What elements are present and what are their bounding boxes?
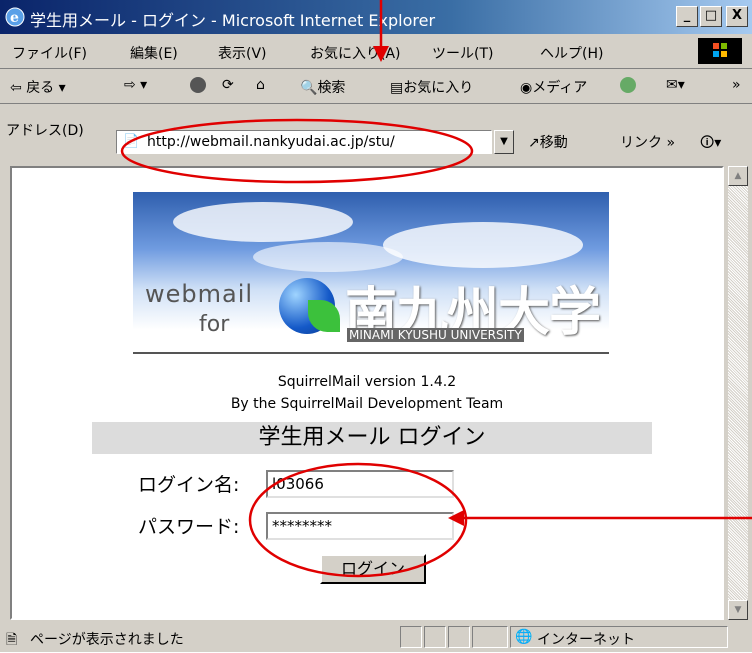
standard-toolbar: ⇦ 戻る ▾ ⇨ ▾ ⟳ ⌂ 🔍検索 ▤お気に入り ◉メディア ✉▾ » xyxy=(0,69,752,104)
favorites-button[interactable]: ▤お気に入り xyxy=(390,77,473,97)
menu-favorites[interactable]: お気に入り(A) xyxy=(310,43,401,63)
status-message: ページが表示されました xyxy=(30,632,184,648)
password-input[interactable]: ******** xyxy=(266,512,454,540)
stop-button[interactable] xyxy=(190,77,209,94)
page-done-icon: 🗎 xyxy=(6,632,18,648)
university-name-en: MINAMI KYUSHU UNIVERSITY xyxy=(347,328,524,342)
login-name-label: ログイン名: xyxy=(138,474,240,496)
ie-icon: e xyxy=(5,7,25,27)
address-input[interactable]: 📄 http://webmail.nankyudai.ac.jp/stu/ xyxy=(116,130,492,154)
internet-zone-icon: 🌐 xyxy=(515,629,533,645)
favorites-icon: ▤ xyxy=(390,80,404,96)
banner-webmail-text: webmail xyxy=(145,280,254,308)
login-name-input[interactable]: l03066 xyxy=(266,470,454,498)
password-label: パスワード: xyxy=(138,516,240,538)
status-cell xyxy=(400,626,422,648)
version-text: SquirrelMail version 1.4.2 xyxy=(277,374,457,390)
history-icon xyxy=(620,77,636,93)
go-button[interactable]: ↗移動 xyxy=(528,132,568,152)
vertical-scrollbar[interactable]: ▲ ▼ xyxy=(728,166,748,620)
home-icon: ⌂ xyxy=(256,77,265,93)
title-bar: e 学生用メール - ログイン - Microsoft Internet Exp… xyxy=(0,0,752,34)
chevron-down-icon: ▼ xyxy=(500,136,508,147)
home-button[interactable]: ⌂ xyxy=(256,77,265,93)
stop-icon xyxy=(190,77,206,93)
status-bar: 🗎 ページが表示されました 🌐 インターネット xyxy=(0,624,752,652)
team-text: By the SquirrelMail Development Team xyxy=(230,396,504,412)
zone-cell: 🌐 インターネット xyxy=(510,626,728,648)
windows-flag-icon xyxy=(698,38,742,64)
address-label: アドレス(D) xyxy=(6,123,84,139)
status-cell xyxy=(472,626,508,648)
mail-button[interactable]: ✉▾ xyxy=(666,77,685,93)
media-button[interactable]: ◉メディア xyxy=(520,77,587,97)
address-bar: アドレス(D) 📄 http://webmail.nankyudai.ac.jp… xyxy=(0,104,752,160)
close-button[interactable]: X xyxy=(726,6,748,27)
login-heading: 学生用メール ログイン xyxy=(258,425,486,450)
webmail-banner: webmail for 南九州大学 MINAMI KYUSHU UNIVERSI… xyxy=(133,192,609,354)
maximize-button[interactable]: □ xyxy=(700,6,722,27)
page-viewport: webmail for 南九州大学 MINAMI KYUSHU UNIVERSI… xyxy=(10,166,724,620)
toolbar-more-button[interactable]: » xyxy=(732,77,741,93)
svg-text:e: e xyxy=(10,10,19,26)
menu-file[interactable]: ファイル(F) xyxy=(12,43,87,63)
login-heading-bar: 学生用メール ログイン xyxy=(92,422,652,454)
window-title: 学生用メール - ログイン - Microsoft Internet Explo… xyxy=(30,11,436,30)
menu-view[interactable]: 表示(V) xyxy=(218,43,267,63)
status-cell xyxy=(448,626,470,648)
refresh-icon: ⟳ xyxy=(222,77,234,93)
address-url: http://webmail.nankyudai.ac.jp/stu/ xyxy=(147,134,395,150)
status-cell xyxy=(424,626,446,648)
toolbar-extra-icon[interactable]: 🛈▾ xyxy=(700,132,721,156)
scroll-down-button[interactable]: ▼ xyxy=(728,600,748,620)
back-arrow-icon: ⇦ xyxy=(10,80,22,96)
menu-edit[interactable]: 編集(E) xyxy=(130,43,178,63)
go-arrow-icon: ↗ xyxy=(528,135,540,151)
mail-icon: ✉▾ xyxy=(666,77,685,93)
browser-window: e 学生用メール - ログイン - Microsoft Internet Exp… xyxy=(0,0,752,652)
media-icon: ◉ xyxy=(520,80,533,96)
address-dropdown-button[interactable]: ▼ xyxy=(494,130,514,154)
banner-divider xyxy=(133,352,609,354)
search-button[interactable]: 🔍検索 xyxy=(300,77,345,97)
scroll-up-button[interactable]: ▲ xyxy=(728,166,748,186)
banner-for-text: for xyxy=(199,312,230,337)
back-button[interactable]: ⇦ 戻る ▾ xyxy=(10,77,66,97)
zone-text: インターネット xyxy=(537,632,635,648)
minimize-button[interactable]: _ xyxy=(676,6,698,27)
login-button[interactable]: ログイン xyxy=(320,554,426,584)
search-icon: 🔍 xyxy=(300,80,318,96)
menu-tools[interactable]: ツール(T) xyxy=(432,43,493,63)
history-button[interactable] xyxy=(620,77,639,94)
forward-button[interactable]: ⇨ ▾ xyxy=(124,77,147,93)
chevron-down-icon: ▾ xyxy=(58,80,66,96)
links-button[interactable]: リンク » xyxy=(620,132,675,152)
menu-help[interactable]: ヘルプ(H) xyxy=(540,43,603,63)
menu-bar: ファイル(F) 編集(E) 表示(V) お気に入り(A) ツール(T) ヘルプ(… xyxy=(0,34,752,69)
page-icon: 📄 xyxy=(123,134,140,149)
forward-arrow-icon: ⇨ ▾ xyxy=(124,77,148,93)
refresh-button[interactable]: ⟳ xyxy=(222,77,234,93)
